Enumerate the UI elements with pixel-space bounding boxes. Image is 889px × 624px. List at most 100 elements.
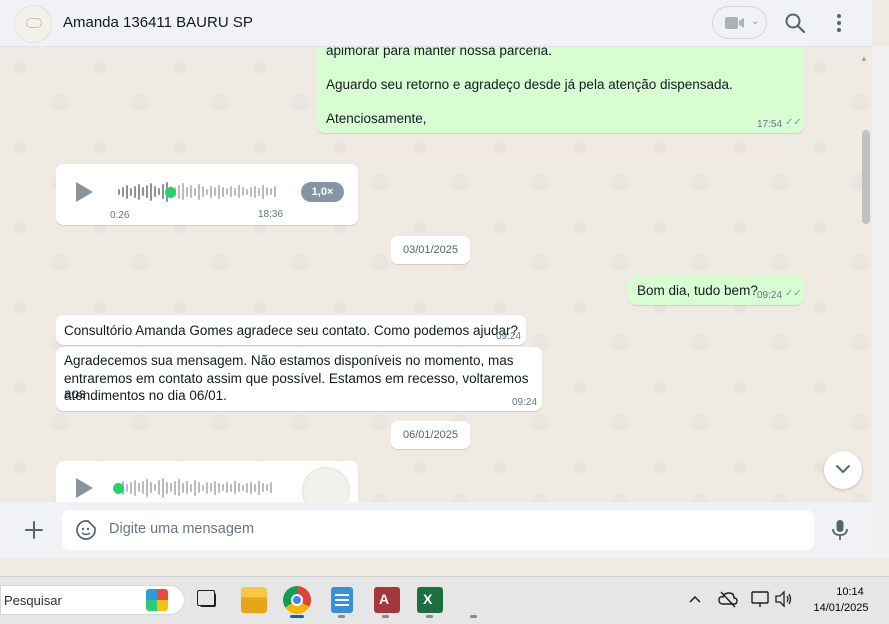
waveform-bar	[154, 186, 156, 197]
message-text: Bom dia, tudo bem?	[637, 283, 758, 298]
play-icon[interactable]	[76, 182, 93, 202]
taskbar-indicator	[249, 615, 259, 618]
waveform-bar	[126, 184, 128, 199]
scrollbar-track[interactable]	[872, 47, 889, 558]
scroll-to-bottom-button[interactable]	[824, 451, 862, 489]
waveform-bar	[202, 186, 204, 197]
waveform-bar	[262, 483, 264, 492]
attach-plus-icon[interactable]	[24, 520, 44, 540]
waveform-bar	[142, 481, 144, 494]
video-camera-icon	[725, 17, 744, 29]
read-ticks-icon: ✓✓	[785, 117, 802, 128]
waveform-bar	[218, 482, 220, 493]
waveform-bar	[230, 186, 232, 197]
onedrive-offline-icon[interactable]	[718, 590, 738, 608]
scrollbar-thumb[interactable]	[862, 130, 870, 224]
message-time: 17:54	[757, 119, 783, 130]
waveform-bar	[170, 483, 172, 492]
contact-name[interactable]: Amanda 136411 BAURU SP	[63, 14, 253, 31]
waveform-bar	[122, 186, 124, 197]
waveform-bar	[250, 481, 252, 494]
network-icon[interactable]	[751, 590, 771, 608]
message-incoming[interactable]: Consultório Amanda Gomes agradece seu co…	[56, 315, 526, 345]
message-outgoing[interactable]: apimorar para manter nossa parceria. Agu…	[317, 47, 804, 133]
message-time: 09:24	[496, 331, 522, 342]
waveform-bar	[250, 186, 252, 197]
message-text: Atenciosamente,	[326, 111, 427, 126]
waveform-bar	[214, 187, 216, 196]
message-text: Agradecemos sua mensagem. Não estamos di…	[64, 353, 514, 368]
waveform-bar	[238, 483, 240, 492]
chat-area[interactable]: apimorar para manter nossa parceria. Agu…	[0, 47, 872, 502]
read-ticks-icon: ✓✓	[785, 288, 802, 299]
excel-icon[interactable]: X	[417, 587, 443, 613]
message-time: 09:24	[512, 397, 538, 408]
message-text: Aguardo seu retorno e agradeço desde já …	[326, 77, 733, 92]
waveform-bar	[222, 484, 224, 491]
waveform-bar	[262, 184, 264, 199]
waveform-bar	[266, 484, 268, 491]
waveform-bar	[202, 484, 204, 491]
volume-icon[interactable]	[774, 590, 794, 608]
waveform-bar	[234, 187, 236, 196]
waveform-bar	[178, 479, 180, 496]
audio-progress-handle[interactable]	[113, 483, 124, 494]
audio-waveform[interactable]	[114, 475, 278, 500]
rubiks-cube-icon[interactable]	[146, 589, 168, 611]
waveform-bar	[118, 188, 120, 195]
waveform-bar	[198, 183, 200, 200]
waveform-bar	[226, 188, 228, 195]
taskbar-indicator	[470, 615, 477, 618]
waveform-bar	[270, 482, 272, 493]
waveform-bar	[186, 481, 188, 494]
audio-waveform[interactable]	[118, 179, 278, 204]
waveform-bar	[146, 478, 148, 497]
chevron-down-icon: ⌄	[751, 16, 760, 27]
waveform-bar	[186, 186, 188, 197]
waveform-bar	[138, 183, 140, 200]
message-time: 18:36	[258, 209, 284, 220]
waveform-bar	[150, 182, 152, 201]
microphone-icon[interactable]	[830, 519, 850, 541]
play-icon[interactable]	[76, 478, 93, 498]
waveform-bar	[158, 480, 160, 495]
audio-elapsed: 0:26	[110, 210, 130, 221]
scroll-up-arrow-icon[interactable]: ▲	[860, 54, 868, 63]
audio-message[interactable]	[56, 461, 358, 502]
waveform-bar	[274, 186, 276, 197]
message-text: Consultório Amanda Gomes agradece seu co…	[64, 323, 519, 338]
waveform-bar	[166, 481, 168, 494]
waveform-bar	[126, 483, 128, 492]
notepad-icon[interactable]	[331, 587, 353, 613]
message-outgoing[interactable]: Bom dia, tudo bem? 09:24 ✓✓	[628, 276, 804, 305]
waveform-bar	[198, 482, 200, 493]
chrome-icon[interactable]	[283, 586, 311, 614]
access-icon[interactable]: A	[374, 587, 400, 613]
emoji-sticker-icon[interactable]	[75, 519, 97, 541]
waveform-bar	[210, 185, 212, 198]
taskbar-clock-time[interactable]: 10:14	[820, 586, 880, 598]
taskbar-indicator	[338, 615, 345, 618]
waveform-bar	[182, 482, 184, 493]
message-incoming[interactable]: Agradecemos sua mensagem. Não estamos di…	[56, 347, 542, 411]
message-text: apimorar para manter nossa parceria.	[326, 47, 552, 58]
video-call-button[interactable]: ⌄	[712, 6, 767, 39]
search-icon[interactable]	[784, 12, 806, 34]
taskbar-clock-date[interactable]: 14/01/2025	[806, 602, 876, 614]
taskbar-indicator	[426, 615, 433, 618]
waveform-bar	[234, 481, 236, 494]
waveform-bar	[182, 183, 184, 200]
waveform-bar	[194, 187, 196, 196]
more-options-icon[interactable]	[830, 12, 848, 34]
playback-speed-button[interactable]: 1,0×	[301, 182, 344, 202]
contact-avatar[interactable]	[14, 5, 52, 43]
waveform-bar	[210, 483, 212, 492]
waveform-bar	[258, 480, 260, 495]
message-input[interactable]: Digite uma mensagem	[109, 521, 254, 537]
taskbar-search-input[interactable]: Pesquisar	[4, 593, 62, 608]
audio-progress-handle[interactable]	[165, 187, 176, 198]
task-view-icon[interactable]	[196, 587, 222, 613]
waveform-bar	[226, 482, 228, 493]
show-hidden-icons-chevron-icon[interactable]	[688, 594, 702, 604]
file-explorer-icon[interactable]	[241, 587, 267, 613]
